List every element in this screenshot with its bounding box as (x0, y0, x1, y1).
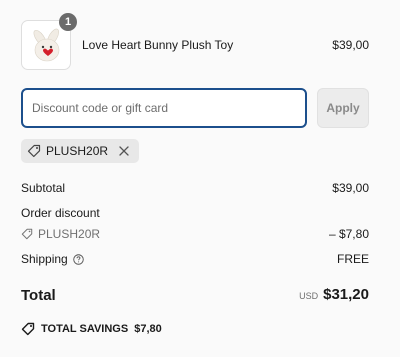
tag-icon (27, 144, 41, 158)
question-circle-icon (72, 253, 84, 265)
remove-code-button[interactable] (117, 144, 131, 158)
tag-icon (21, 322, 35, 336)
shipping-value: FREE (336, 252, 369, 266)
discount-code-label: PLUSH20R (38, 227, 101, 241)
total-value: $31,20 (323, 286, 369, 303)
quantity-badge: 1 (59, 13, 77, 31)
discount-value: – $7,80 (328, 227, 369, 241)
total-savings-row: TOTAL SAVINGS $7,80 (21, 322, 162, 336)
discount-code-input[interactable] (21, 88, 307, 128)
total-label: Total (21, 287, 56, 304)
product-price: $39,00 (332, 38, 369, 52)
discount-code-group: PLUSH20R (21, 227, 100, 241)
cart-line-item: 1 Love Heart Bunny Plush Toy $39,00 (21, 13, 369, 70)
subtotal-label: Subtotal (21, 181, 66, 195)
tag-icon (21, 228, 33, 240)
shipping-label-group: Shipping (21, 252, 84, 266)
applied-code-label: PLUSH20R (46, 144, 109, 158)
savings-value: $7,80 (134, 323, 162, 335)
shipping-label: Shipping (21, 252, 68, 266)
shipping-help-button[interactable] (72, 253, 84, 265)
savings-label: TOTAL SAVINGS (41, 323, 129, 335)
total-row: Total USD $31,20 (21, 286, 369, 306)
product-name: Love Heart Bunny Plush Toy (82, 38, 234, 52)
order-discount-label: Order discount (21, 206, 100, 220)
currency-code: USD (299, 291, 319, 301)
applied-discount-chip: PLUSH20R (21, 139, 140, 163)
total-price-group: USD $31,20 (299, 286, 369, 303)
apply-button[interactable]: Apply (317, 88, 369, 128)
subtotal-value: $39,00 (332, 181, 369, 195)
bunny-plush-icon (33, 28, 60, 62)
close-icon (119, 146, 129, 156)
